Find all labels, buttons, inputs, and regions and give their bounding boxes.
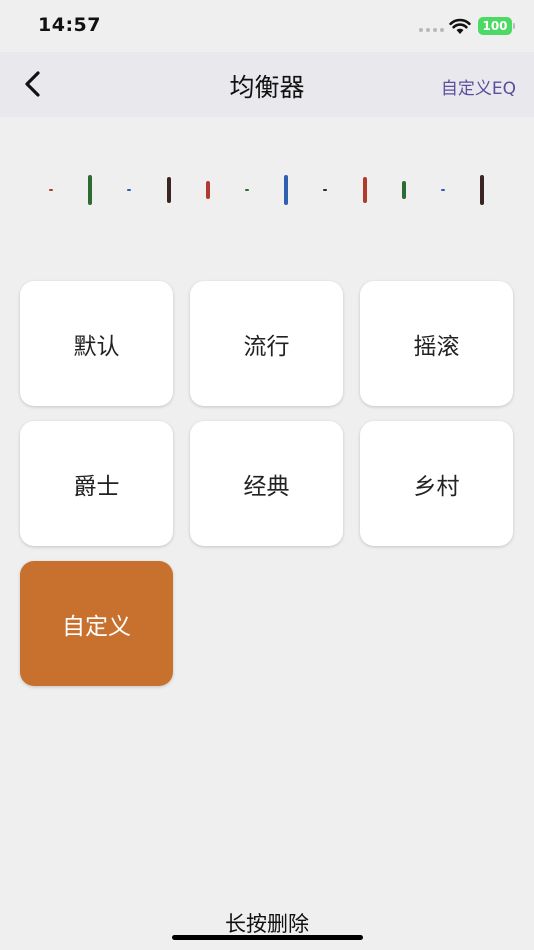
status-bar: 14:57 100 xyxy=(0,0,534,52)
wifi-icon xyxy=(449,18,471,34)
eq-band-bar xyxy=(323,188,328,192)
eq-band-bar xyxy=(166,177,171,203)
battery-tip xyxy=(513,23,515,29)
eq-band-bar xyxy=(441,188,445,192)
eq-band-bar xyxy=(205,180,210,200)
custom-eq-button[interactable]: 自定义EQ xyxy=(441,74,516,99)
preset-button[interactable]: 自定义 xyxy=(20,561,173,686)
preset-button[interactable]: 默认 xyxy=(20,281,173,406)
preset-button[interactable]: 摇滚 xyxy=(360,281,513,406)
eq-band-bar xyxy=(284,175,289,205)
preset-button[interactable]: 乡村 xyxy=(360,421,513,546)
cellular-signal-icon xyxy=(419,28,444,32)
preset-button[interactable]: 爵士 xyxy=(20,421,173,546)
eq-band-bar xyxy=(245,188,249,192)
eq-band-bar xyxy=(88,175,93,205)
home-indicator xyxy=(172,935,363,940)
eq-band-bar xyxy=(401,180,406,200)
preset-button[interactable]: 经典 xyxy=(190,421,343,546)
eq-band-bar xyxy=(480,175,485,205)
eq-band-bar xyxy=(127,188,132,192)
eq-visualization xyxy=(0,117,534,267)
long-press-delete-hint: 长按删除 xyxy=(225,912,309,936)
eq-band-bar xyxy=(362,177,367,203)
preset-button[interactable]: 流行 xyxy=(190,281,343,406)
navigation-bar: 均衡器 自定义EQ xyxy=(0,52,534,117)
status-time: 14:57 xyxy=(38,14,101,36)
battery-icon: 100 xyxy=(478,17,512,35)
eq-band-bar xyxy=(49,188,53,192)
